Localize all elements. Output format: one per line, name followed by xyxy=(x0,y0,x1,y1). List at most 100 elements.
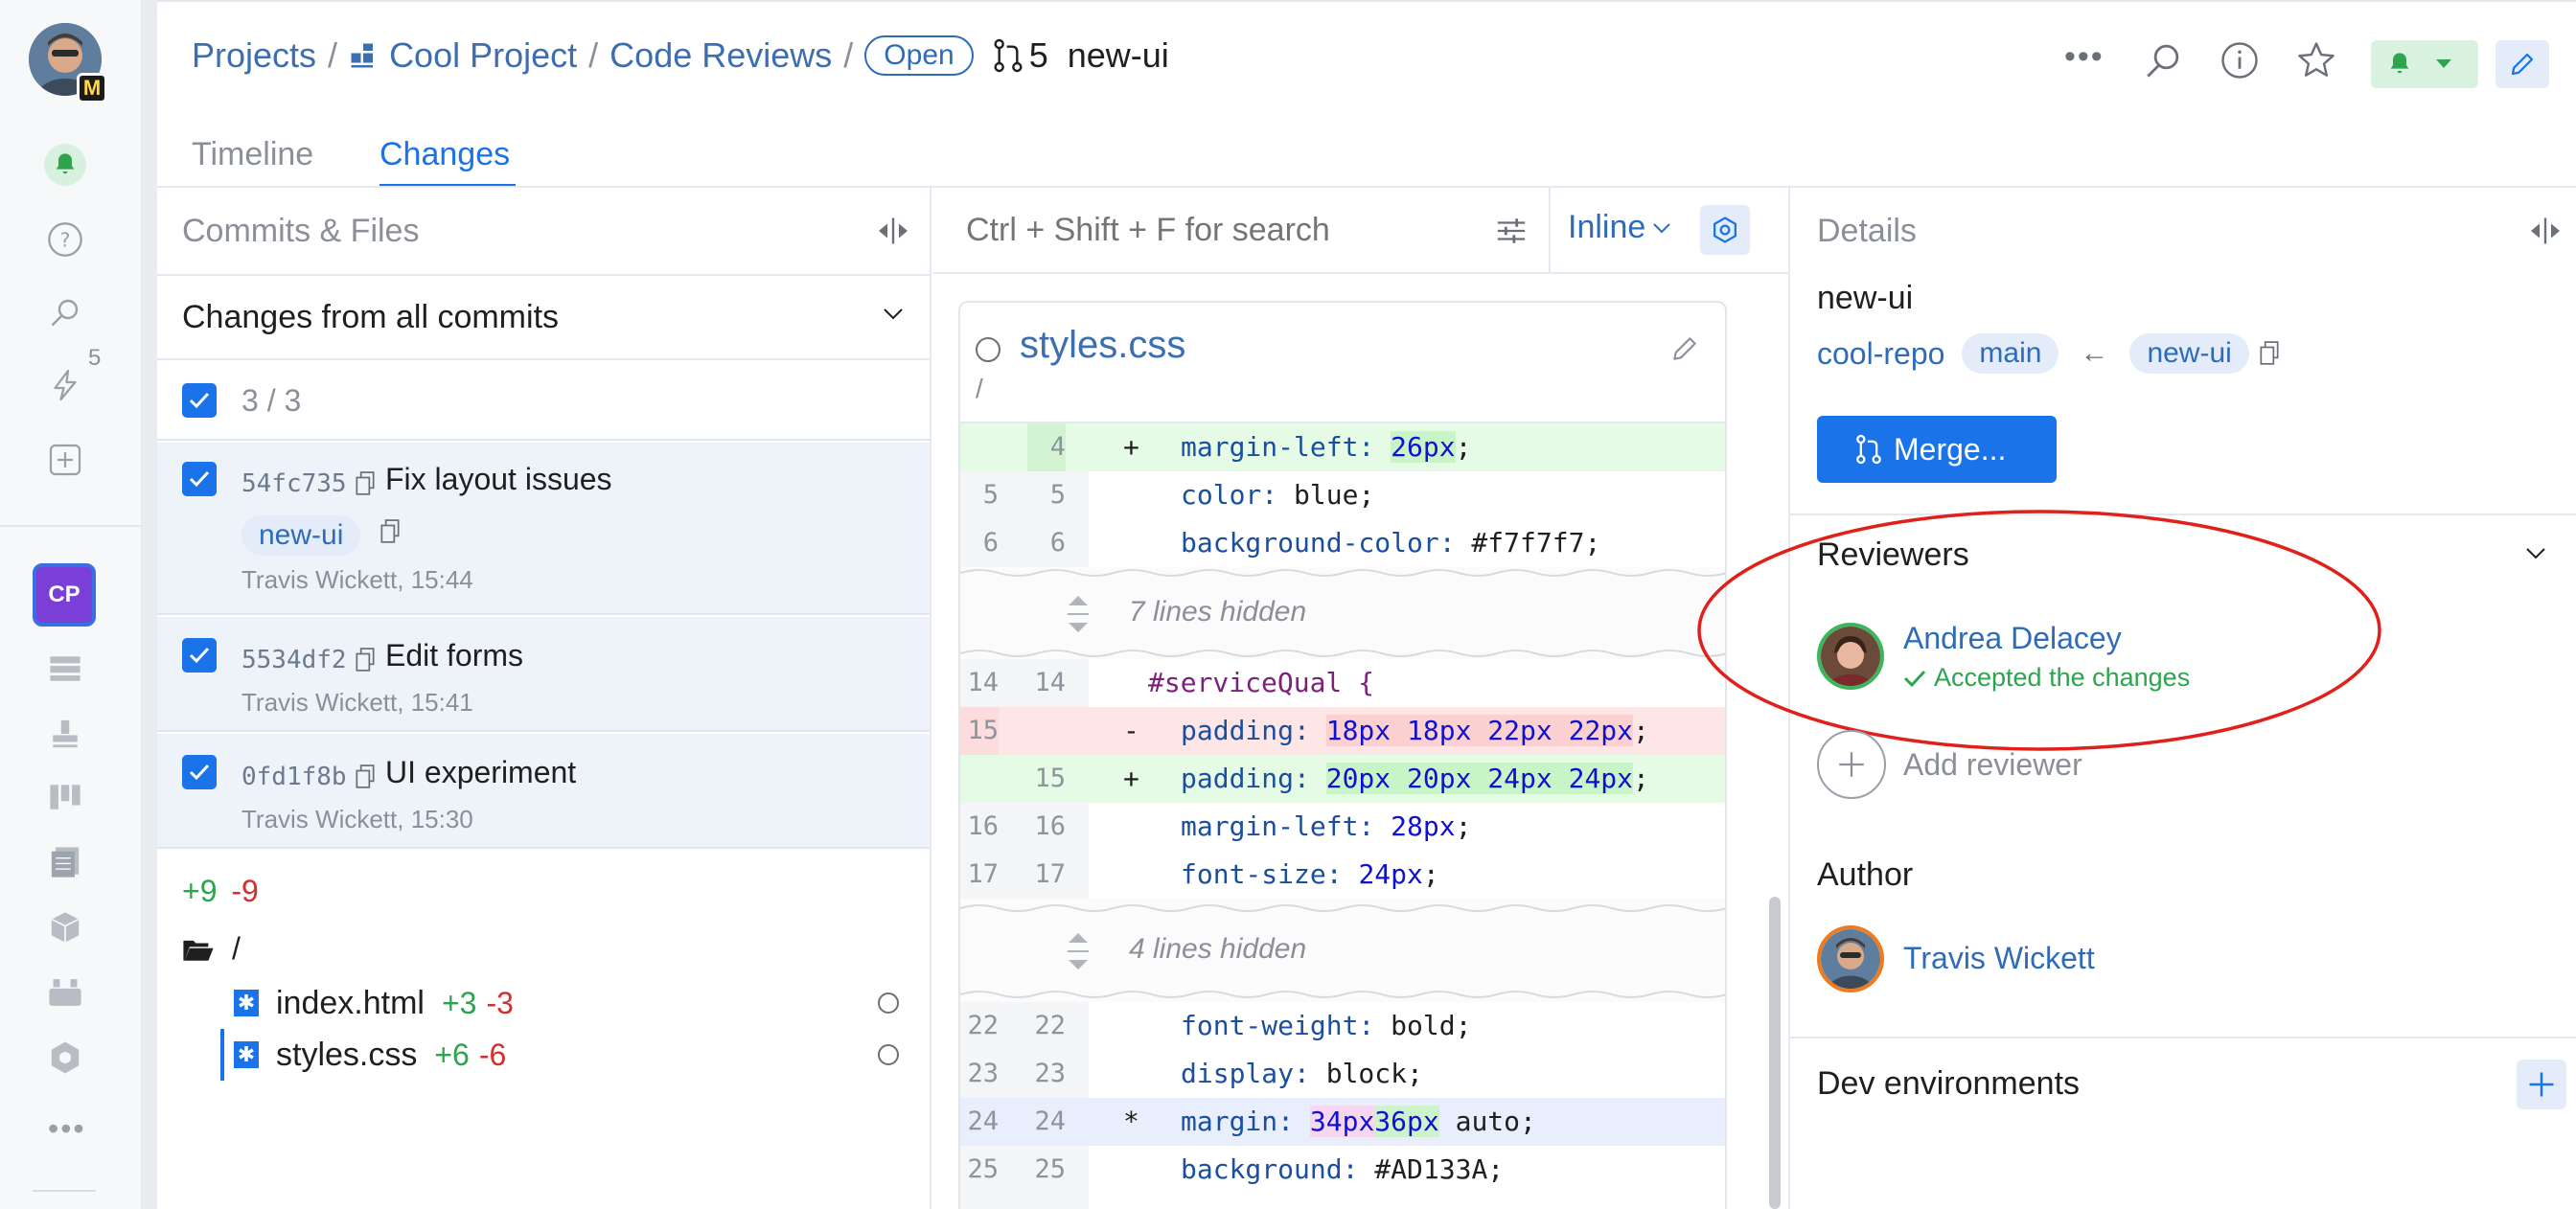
author-heading: Author xyxy=(1817,856,1914,893)
diff-file-path: / xyxy=(976,374,983,403)
arrow-left-icon: ← xyxy=(2080,337,2109,369)
file-viewed-circle-icon[interactable] xyxy=(976,337,1000,362)
file-row[interactable]: ✱ styles.css +6 -6 xyxy=(234,1031,905,1079)
unviewed-circle-icon[interactable] xyxy=(878,1044,899,1065)
commit-filter-label: Changes from all commits xyxy=(182,299,560,335)
folder-row[interactable]: / xyxy=(182,931,241,967)
view-mode-dropdown[interactable]: Inline xyxy=(1568,209,1672,246)
search-icon[interactable] xyxy=(2143,40,2183,80)
commit-message: UI experiment xyxy=(385,755,577,789)
diff-line-added[interactable]: 15 + padding: 20px 20px 24px 24px; xyxy=(960,755,1725,803)
commit-hash[interactable]: 0fd1f8b xyxy=(242,763,347,791)
copy-icon[interactable] xyxy=(355,764,376,789)
crumb-code-reviews[interactable]: Code Reviews xyxy=(610,35,832,76)
chevron-down-icon[interactable] xyxy=(2524,546,2547,561)
commit-checkbox[interactable] xyxy=(182,462,217,496)
file-removed: -3 xyxy=(486,985,514,1020)
add-icon[interactable] xyxy=(44,439,86,481)
lightning-icon[interactable] xyxy=(44,364,86,406)
folder-open-icon xyxy=(183,940,214,961)
file-row[interactable]: ✱ index.html +3 -3 xyxy=(234,979,905,1027)
commit-meta: Travis Wickett, 15:30 xyxy=(242,805,473,833)
commit-checkbox[interactable] xyxy=(182,638,217,673)
box-icon[interactable] xyxy=(44,906,86,948)
commit-filter-dropdown[interactable]: Changes from all commits xyxy=(157,276,930,360)
author-name[interactable]: Travis Wickett xyxy=(1903,941,2095,976)
diff-line-context[interactable]: 14 14 #serviceQual { xyxy=(960,659,1725,707)
copy-icon[interactable] xyxy=(355,471,376,496)
more-actions-icon[interactable]: ••• xyxy=(2064,38,2104,76)
add-reviewer-label: Add reviewer xyxy=(1903,746,2082,782)
commit-row[interactable]: 5534df2 Edit forms Travis Wickett, 15:41 xyxy=(157,617,930,732)
diff-line-context[interactable]: 17 17 font-size: 24px; xyxy=(960,851,1725,899)
commit-hash[interactable]: 54fc735 xyxy=(242,469,347,498)
project-badge[interactable]: CP xyxy=(33,563,96,627)
documents-icon[interactable] xyxy=(44,841,86,883)
diff-line-context[interactable]: 25 25 background: #AD133A; xyxy=(960,1146,1725,1194)
diff-line-context[interactable]: 16 16 margin-left: 28px; xyxy=(960,803,1725,851)
edit-button[interactable] xyxy=(2496,40,2549,88)
hidden-lines-expander[interactable]: 4 lines hidden xyxy=(960,899,1725,1002)
unviewed-circle-icon[interactable] xyxy=(878,992,899,1014)
target-branch[interactable]: main xyxy=(1962,333,2059,374)
rail-separator xyxy=(142,0,157,1209)
author-avatar[interactable] xyxy=(1817,925,1884,992)
copy-icon[interactable] xyxy=(2259,341,2280,366)
more-icon[interactable]: ••• xyxy=(48,1111,86,1147)
search-icon[interactable] xyxy=(44,291,86,333)
select-all-checkbox[interactable] xyxy=(182,383,217,418)
lightning-count: 5 xyxy=(88,345,102,371)
commit-message: Edit forms xyxy=(385,638,524,673)
commit-row[interactable]: 54fc735 Fix layout issues new-ui Travis … xyxy=(157,443,930,615)
commit-row[interactable]: 0fd1f8b UI experiment Travis Wickett, 15… xyxy=(157,734,930,849)
notifications-bell-icon[interactable] xyxy=(44,144,86,186)
chevron-down-icon xyxy=(2434,57,2453,71)
file-name: styles.css xyxy=(276,1036,418,1073)
diff-settings-button[interactable] xyxy=(1700,205,1750,255)
repo-link[interactable]: cool-repo xyxy=(1817,336,1944,372)
board-icon[interactable] xyxy=(44,776,86,818)
crumb-project[interactable]: Cool Project xyxy=(389,35,577,76)
diff-search-input[interactable] xyxy=(933,188,1547,272)
filter-settings-icon[interactable] xyxy=(1495,215,1528,247)
crumb-projects[interactable]: Projects xyxy=(192,35,316,76)
diff-line-context[interactable]: 22 22 font-weight: bold; xyxy=(960,1002,1725,1050)
diff-line-context[interactable]: 6 6 background-color: #f7f7f7; xyxy=(960,519,1725,567)
copy-icon[interactable] xyxy=(380,519,401,544)
merge-button[interactable]: Merge... xyxy=(1817,416,2057,483)
breadcrumb: Projects / Cool Project / Code Reviews /… xyxy=(192,31,1169,80)
edit-file-icon[interactable] xyxy=(1669,333,1700,364)
add-dev-environment-button[interactable] xyxy=(2517,1060,2566,1109)
commit-hash[interactable]: 5534df2 xyxy=(242,646,347,674)
packages-icon[interactable] xyxy=(44,648,86,690)
diff-line-added[interactable]: 4 + margin-left: 26px; xyxy=(960,423,1725,471)
commit-checkbox[interactable] xyxy=(182,755,217,789)
settings-hexagon-icon[interactable] xyxy=(44,1037,86,1079)
file-removed: -6 xyxy=(478,1037,507,1072)
add-reviewer-button[interactable]: Add reviewer xyxy=(1817,730,2082,799)
copy-icon[interactable] xyxy=(355,648,376,673)
stamp-icon[interactable] xyxy=(44,713,86,755)
collapse-pane-icon[interactable] xyxy=(876,217,910,245)
branch-info: cool-repo main ← new-ui xyxy=(1817,333,2280,374)
hidden-lines-expander[interactable]: 7 lines hidden xyxy=(960,567,1725,659)
diff-toolbar: Inline xyxy=(933,188,1788,274)
tab-changes[interactable]: Changes xyxy=(380,136,510,173)
diff-line-context[interactable]: 5 5 color: blue; xyxy=(960,471,1725,519)
team-icon[interactable] xyxy=(44,971,86,1014)
star-icon[interactable] xyxy=(2296,40,2336,80)
diff-line-modified[interactable]: 24 24 * margin: 34px36px auto; xyxy=(960,1098,1725,1146)
source-branch[interactable]: new-ui xyxy=(2129,333,2249,374)
chevron-down-icon xyxy=(1653,222,1670,233)
diff-line-context[interactable]: 23 23 display: block; xyxy=(960,1050,1725,1098)
diff-file-name[interactable]: styles.css xyxy=(1020,324,1185,367)
notifications-toggle[interactable] xyxy=(2371,40,2478,88)
collapse-pane-icon[interactable] xyxy=(2528,217,2563,245)
info-icon[interactable] xyxy=(2220,40,2260,80)
diff-line-removed[interactable]: 15 - padding: 18px 18px 22px 22px; xyxy=(960,707,1725,755)
diff-scrollbar[interactable] xyxy=(1769,897,1781,1209)
commits-files-pane: Commits & Files Changes from all commits… xyxy=(157,188,932,1209)
help-icon[interactable]: ? xyxy=(44,218,86,261)
tab-timeline[interactable]: Timeline xyxy=(192,136,313,173)
pane-title: Commits & Files xyxy=(182,213,420,249)
